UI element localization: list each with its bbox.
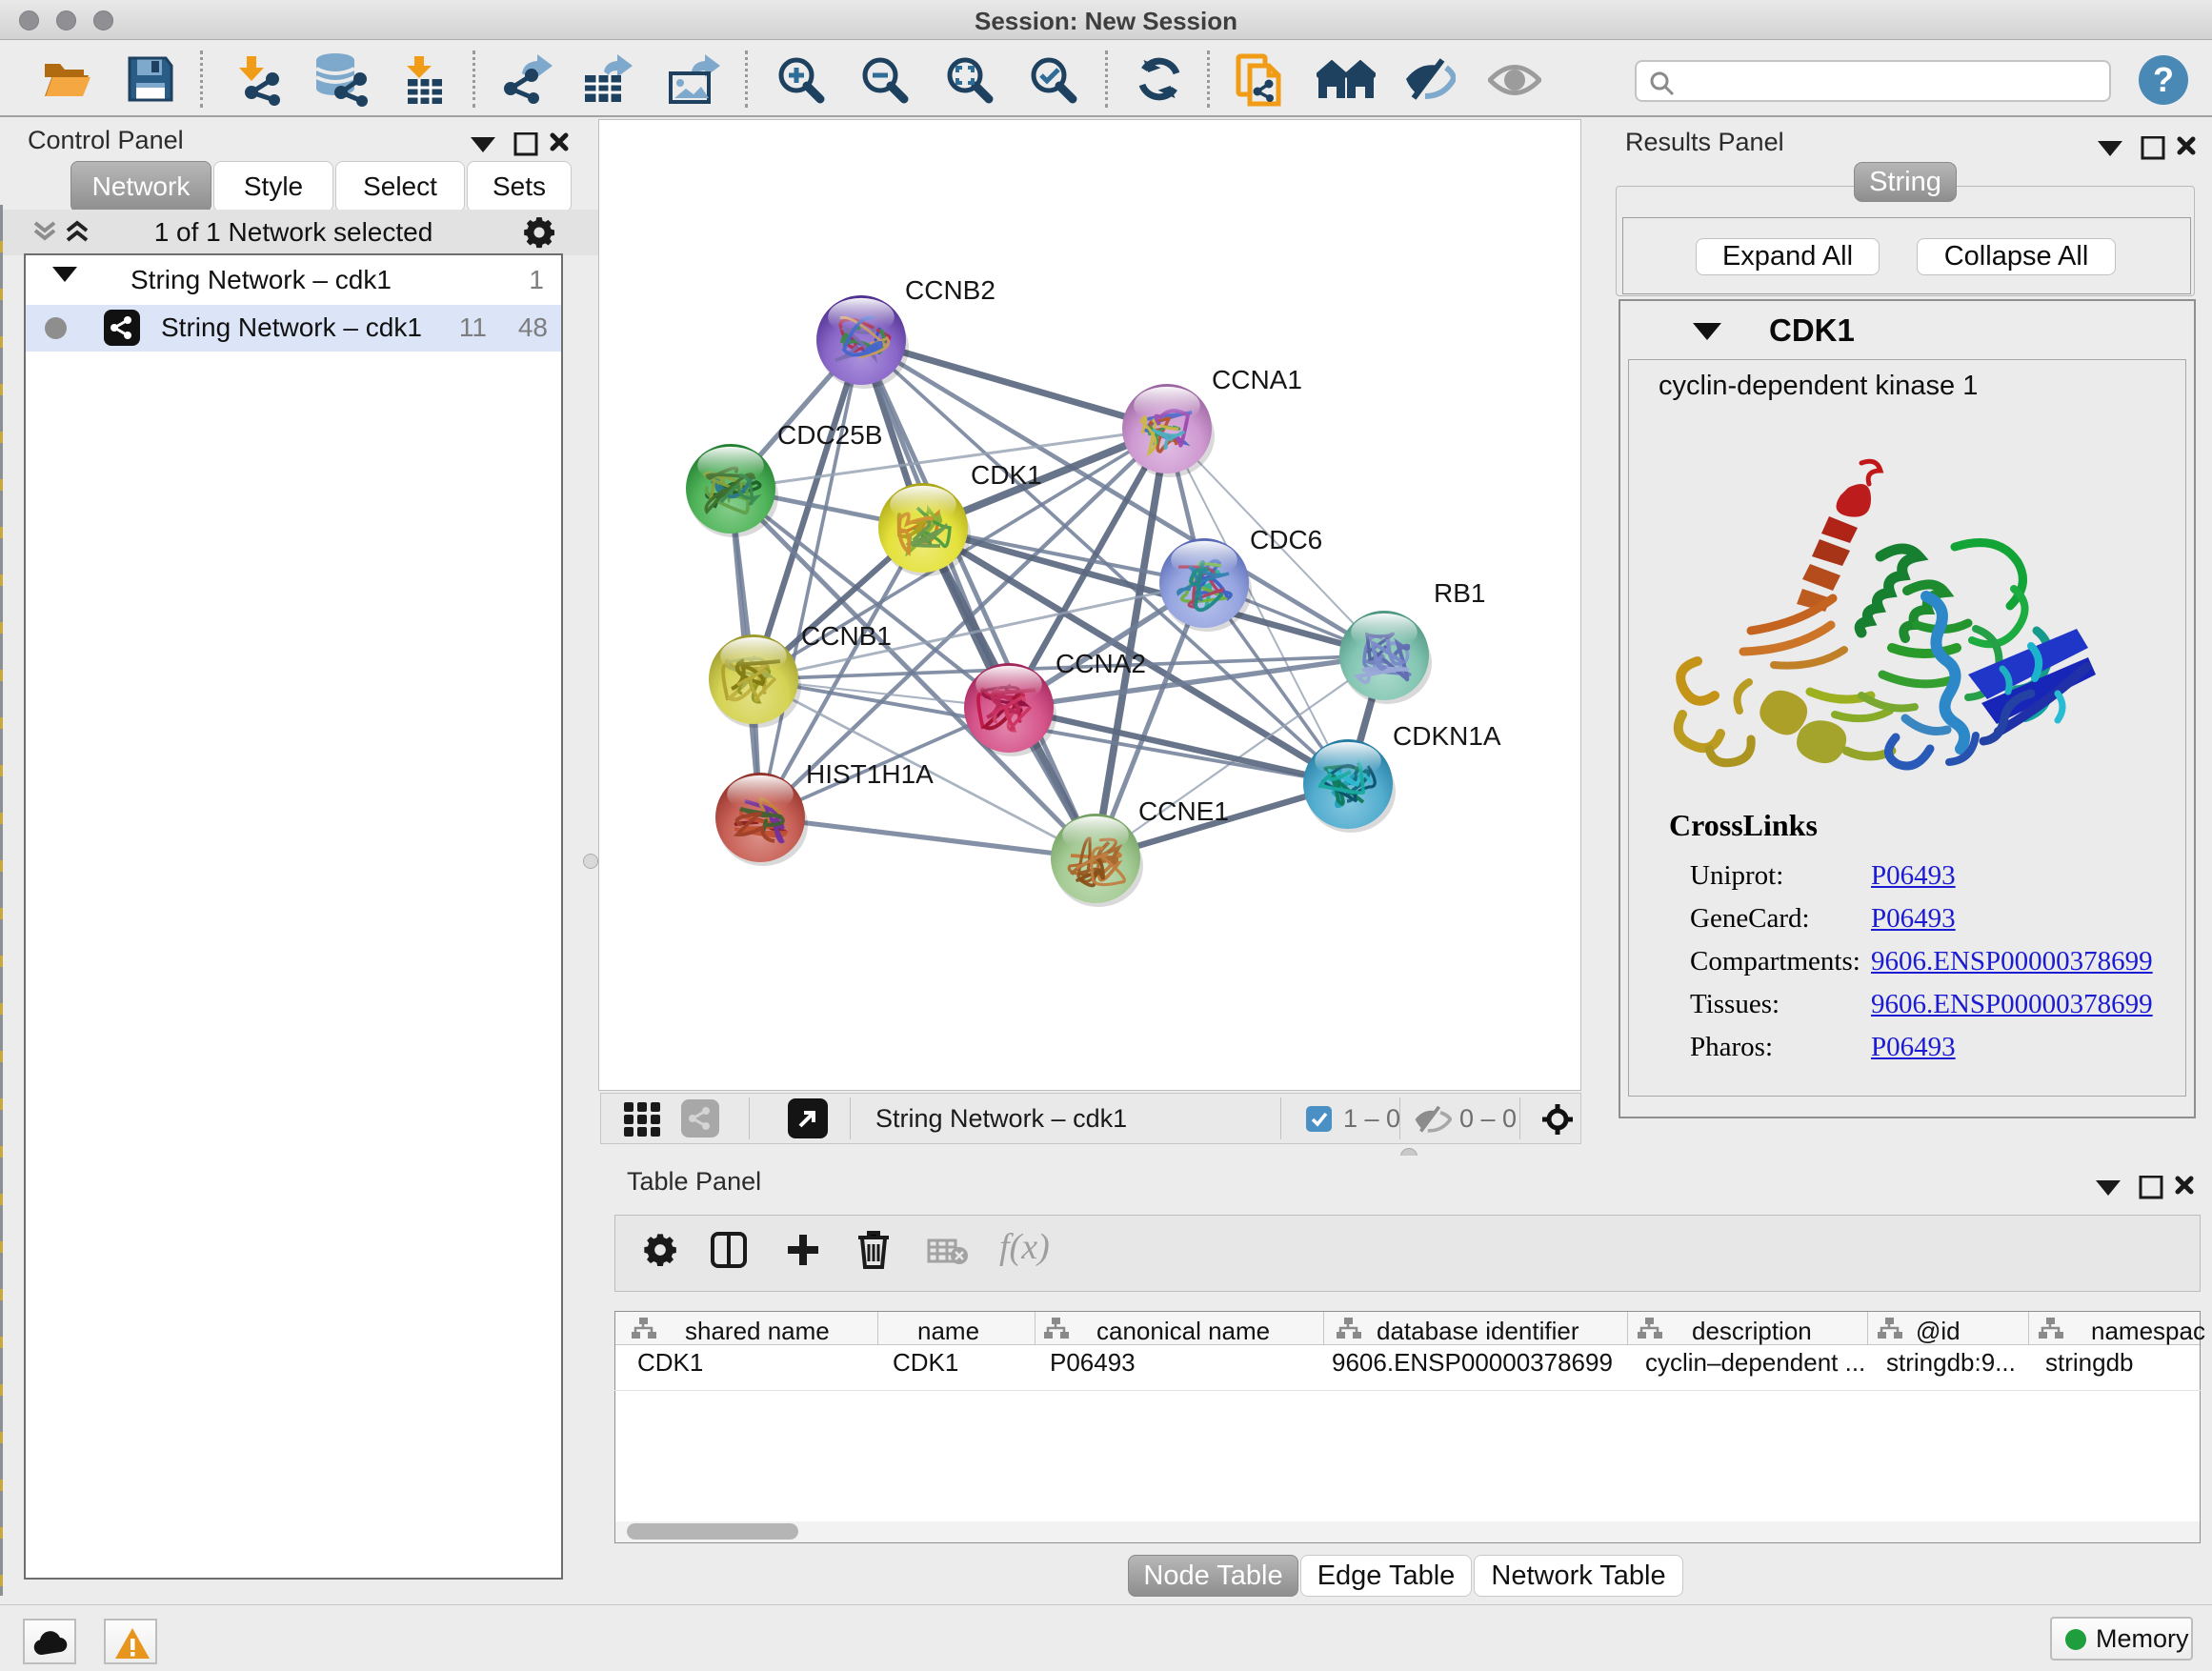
svg-text:CCNB1: CCNB1 <box>801 621 892 651</box>
svg-text:CDKN1A: CDKN1A <box>1393 721 1501 751</box>
svg-text:HIST1H1A: HIST1H1A <box>806 759 934 789</box>
svg-text:CCNB2: CCNB2 <box>905 275 995 305</box>
svg-text:CDC6: CDC6 <box>1250 525 1322 554</box>
svg-text:CCNA2: CCNA2 <box>1056 649 1146 678</box>
svg-text:RB1: RB1 <box>1434 578 1485 608</box>
svg-text:CCNE1: CCNE1 <box>1138 796 1229 826</box>
svg-text:CDC25B: CDC25B <box>777 420 882 450</box>
svg-text:CCNA1: CCNA1 <box>1212 365 1302 394</box>
svg-text:CDK1: CDK1 <box>971 460 1042 490</box>
